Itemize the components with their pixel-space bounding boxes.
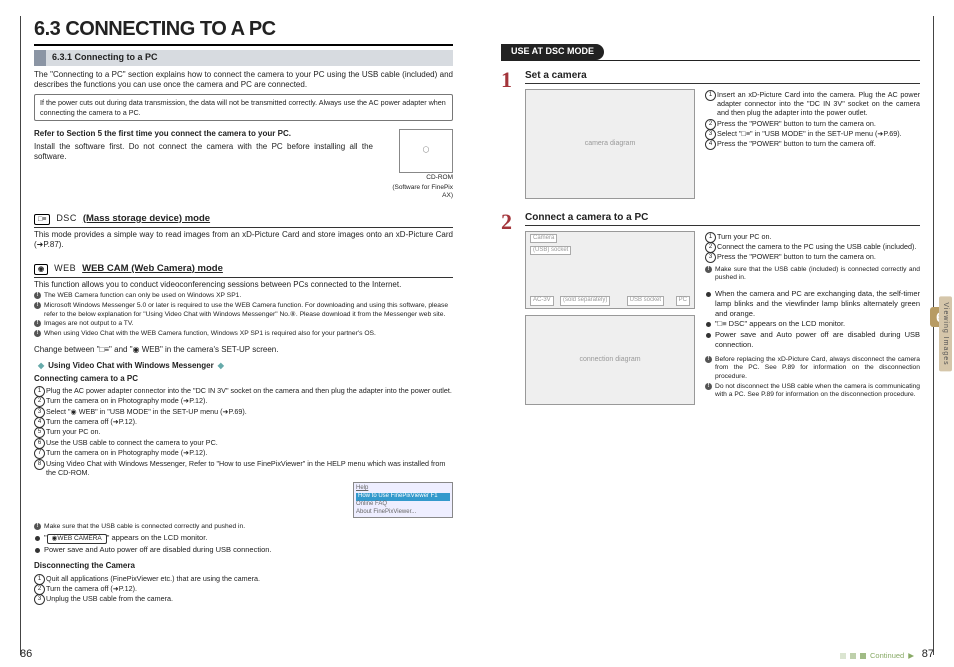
step2-bullet: "□≡ DSC" appears on the LCD monitor. <box>705 319 920 329</box>
step-2: 2 Connect a camera to a PC Camera (USB) … <box>501 211 920 405</box>
cdrom-subcaption: (Software for FinePix AX) <box>383 184 453 201</box>
vc-bullet: Power save and Auto power off are disabl… <box>34 545 453 555</box>
step-1-figure: camera diagram <box>525 89 695 199</box>
step2-item: Connect the camera to the PC using the U… <box>705 242 920 251</box>
web-note: The WEB Camera function can only be used… <box>34 292 453 301</box>
step-2-title: Connect a camera to a PC <box>525 211 920 226</box>
cdrom-caption: CD-ROM <box>383 174 453 182</box>
step2-usb-note-item: Make sure that the USB cable (included) … <box>705 266 920 283</box>
step1-item: Press the "POWER" button to turn the cam… <box>705 119 920 128</box>
step2-caution: Before replacing the xD-Picture Card, al… <box>705 356 920 382</box>
use-rule <box>501 60 920 61</box>
vc-step: Using Video Chat with Windows Messenger,… <box>34 459 453 478</box>
disc-step: Unplug the USB cable from the camera. <box>34 594 453 603</box>
fig-label-usb-sock: (USB) socket <box>530 246 571 256</box>
fig-label-soldsep: (sold separately) <box>560 296 610 306</box>
fig-label-camera: Camera <box>530 234 557 244</box>
step-1: 1 Set a camera camera diagram Insert an … <box>501 69 920 199</box>
vc-step: Select "◉ WEB" in "USB MODE" in the SET-… <box>34 407 453 416</box>
step2-bullets: When the camera and PC are exchanging da… <box>705 289 920 350</box>
margin-rule-left <box>20 16 21 655</box>
step2-item: Turn your PC on. <box>705 232 920 241</box>
web-note: Images are not output to a TV. <box>34 320 453 329</box>
web-notes-list: The WEB Camera function can only be used… <box>34 292 453 339</box>
disconnect-heading: Disconnecting the Camera <box>34 561 453 571</box>
step2-bullet: Power save and Auto power off are disabl… <box>705 330 920 350</box>
mode-web-header: ◉ WEB WEB CAM (Web Camera) mode <box>34 261 453 278</box>
step1-item: Press the "POWER" button to turn the cam… <box>705 139 920 148</box>
help-menu-item: Online FAQ <box>356 501 450 509</box>
continued-arrow-icon: ▶ <box>908 651 914 661</box>
page-left: 6.3 CONNECTING TO A PC 6.3.1 Connecting … <box>0 0 477 667</box>
vc-step: Plug the AC power adapter connector into… <box>34 386 453 395</box>
page-number-right: 87 <box>922 647 934 661</box>
mode-dsc-header: □≡ DSC (Mass storage device) mode <box>34 211 453 228</box>
mode-web-pre: WEB <box>54 263 76 275</box>
video-chat-steps: Plug the AC power adapter connector into… <box>34 386 453 477</box>
step2-bullet: When the camera and PC are exchanging da… <box>705 289 920 318</box>
vc-usb-note: Make sure that the USB cable is connecte… <box>34 523 453 532</box>
mode-dsc-pre: DSC <box>56 213 77 225</box>
disc-step: Turn the camera off (➜P.12). <box>34 584 453 593</box>
web-note: Microsoft Windows Messenger 5.0 or later… <box>34 302 453 319</box>
mode-dsc-body: This mode provides a simple way to read … <box>34 230 453 251</box>
disc-step: Quit all applications (FinePixViewer etc… <box>34 574 453 583</box>
continued-text: Continued <box>870 651 904 661</box>
help-menu-item: About FinePixViewer... <box>356 509 450 517</box>
vc-step: Turn the camera off (➜P.12). <box>34 417 453 426</box>
video-chat-heading: Using Video Chat with Windows Messenger <box>34 361 453 371</box>
vc-bullet: "◉WEB CAMERA" appears on the LCD monitor… <box>34 533 453 544</box>
subsection-bar: 6.3.1 Connecting to a PC <box>34 50 453 66</box>
chapter-tab-label: Viewing Images <box>939 296 952 371</box>
help-menu-figure: Help How to Use FinePixViewer F1 Online … <box>353 482 453 518</box>
section-title: 6.3 CONNECTING TO A PC <box>34 16 453 44</box>
fig-label-usb-socket: USB socket <box>627 296 664 306</box>
step2-caution: Do not disconnect the USB cable when the… <box>705 383 920 400</box>
web-note: When using Video Chat with the WEB Camer… <box>34 330 453 339</box>
continued-indicator: Continued ▶ <box>840 651 914 661</box>
web-mode-icon: ◉ <box>34 264 48 275</box>
page-number-left: 86 <box>20 647 32 661</box>
fig-label-ac3v: AC-3V <box>530 296 554 306</box>
step1-item: Insert an xD-Picture Card into the camer… <box>705 90 920 118</box>
intro-paragraph: The "Connecting to a PC" section explain… <box>34 70 453 91</box>
help-menu-item: How to Use FinePixViewer F1 <box>356 493 450 501</box>
step-number-1: 1 <box>501 69 517 199</box>
video-chat-sub: Connecting camera to a PC <box>34 374 453 384</box>
mode-web-body: This function allows you to conduct vide… <box>34 280 453 290</box>
step1-item: Select "□≡" in "USB MODE" in the SET-UP … <box>705 129 920 138</box>
page-right: USE AT DSC MODE 1 Set a camera camera di… <box>477 0 954 667</box>
first-time-body: Install the software first. Do not conne… <box>34 142 373 163</box>
first-time-heading: Refer to Section 5 the first time you co… <box>34 129 373 139</box>
step-1-list: Insert an xD-Picture Card into the camer… <box>705 90 920 149</box>
step-2-figure-top: Camera (USB) socket AC-3V (sold separate… <box>525 231 695 309</box>
step2-usb-note: Make sure that the USB cable (included) … <box>705 266 920 283</box>
step-1-title: Set a camera <box>525 69 920 84</box>
step2-cautions: Before replacing the xD-Picture Card, al… <box>705 356 920 401</box>
step-2-figure-bottom: connection diagram <box>525 315 695 405</box>
dsc-mode-icon: □≡ <box>34 214 50 225</box>
change-mode-line: Change between "□≡" and "◉ WEB" in the c… <box>34 345 453 355</box>
vc-step: Turn your PC on. <box>34 427 453 436</box>
step2-item: Press the "POWER" button to turn the cam… <box>705 252 920 261</box>
lcd-chip: ◉WEB CAMERA <box>47 534 107 544</box>
mode-web-heading: WEB CAM (Web Camera) mode <box>82 263 223 275</box>
vc-step: Turn the camera on in Photography mode (… <box>34 448 453 457</box>
title-rule <box>34 44 453 46</box>
help-menu-title: Help <box>356 485 450 493</box>
step-2-list: Turn your PC on. Connect the camera to t… <box>705 232 920 262</box>
vc-bullets: "◉WEB CAMERA" appears on the LCD monitor… <box>34 533 453 555</box>
cdrom-figure: ◯ <box>399 129 453 173</box>
power-warning-box: If the power cuts out during data transm… <box>34 94 453 121</box>
vc-step: Use the USB cable to connect the camera … <box>34 438 453 447</box>
fig-label-pc: PC <box>676 296 690 306</box>
margin-rule-right <box>933 16 934 655</box>
use-at-dsc-pill: USE AT DSC MODE <box>501 44 604 60</box>
mode-dsc-heading: (Mass storage device) mode <box>83 213 210 225</box>
disconnect-steps: Quit all applications (FinePixViewer etc… <box>34 574 453 604</box>
vc-step: Turn the camera on in Photography mode (… <box>34 396 453 405</box>
step-number-2: 2 <box>501 211 517 405</box>
vc-usb-note-item: Make sure that the USB cable is connecte… <box>34 523 453 532</box>
